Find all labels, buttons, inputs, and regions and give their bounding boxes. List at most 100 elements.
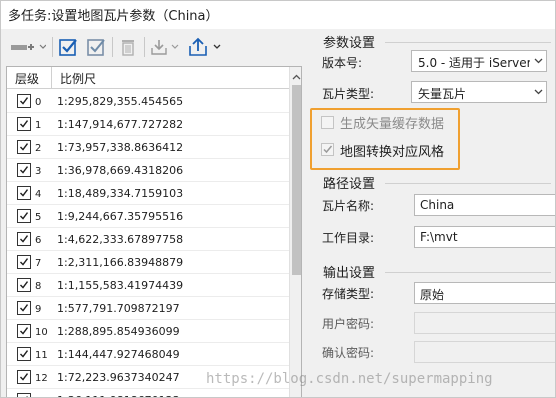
row-level: 6 xyxy=(35,235,42,246)
table-row[interactable]: 9 1:577,791.709872197 xyxy=(7,297,289,320)
row-scale: 1:147,914,677.727282 xyxy=(57,118,184,131)
row-checkbox[interactable] xyxy=(17,232,31,246)
row-level: 10 xyxy=(35,327,48,338)
row-level: 9 xyxy=(35,304,42,315)
table-row[interactable]: 5 1:9,244,667.35795516 xyxy=(7,205,289,228)
row-level: 5 xyxy=(35,212,42,223)
table-row[interactable]: 10 1:288,895.854936099 xyxy=(7,320,289,343)
toolbar-separator xyxy=(144,37,145,57)
tile-name-value: China xyxy=(420,198,455,212)
version-select[interactable]: 5.0 - 适用于 iServer 6I xyxy=(411,50,547,72)
row-scale: 1:72,223.9637340247 xyxy=(57,371,180,384)
row-scale: 1:4,622,333.67897758 xyxy=(57,233,184,246)
select-all-icon xyxy=(58,37,78,57)
row-scale: 1:144,447.927468049 xyxy=(57,348,180,361)
title-bar: 多任务:设置地图瓦片参数（China） xyxy=(1,1,555,29)
workdir-value: F:\mvt xyxy=(420,230,458,244)
scroll-up-button[interactable] xyxy=(290,67,301,84)
watermark: https://blog.csdn.net/supermapping xyxy=(206,371,493,387)
table-row[interactable]: 7 1:2,311,166.83948879 xyxy=(7,251,289,274)
row-checkbox[interactable] xyxy=(17,163,31,177)
select-all-button[interactable] xyxy=(56,30,80,63)
table-row[interactable]: 131:36,111.9818670123 xyxy=(7,389,289,397)
export-icon xyxy=(188,37,222,57)
row-checkbox[interactable] xyxy=(17,301,31,315)
row-checkbox[interactable] xyxy=(17,278,31,292)
table-scrollbar[interactable] xyxy=(289,67,301,397)
row-checkbox[interactable] xyxy=(17,186,31,200)
toolbar-separator xyxy=(52,37,53,57)
table-row[interactable]: 11 1:144,447.927468049 xyxy=(7,343,289,366)
storage-type-value: 原始 xyxy=(420,288,445,302)
group-divider xyxy=(385,272,551,273)
table-row[interactable]: 4 1:18,489,334.7159103 xyxy=(7,182,289,205)
map-style-label[interactable]: 地图转换对应风格 xyxy=(340,141,444,160)
toolbar-separator xyxy=(112,37,113,57)
row-checkbox[interactable] xyxy=(17,94,31,108)
row-scale: 1:18,489,334.7159103 xyxy=(57,187,184,200)
row-level: 4 xyxy=(35,189,42,200)
table-row[interactable]: 6 1:4,622,333.67897758 xyxy=(7,228,289,251)
column-header-level[interactable]: 层级 xyxy=(15,70,39,87)
tile-name-label: 瓦片名称: xyxy=(322,199,375,213)
storage-label: 存储类型: xyxy=(322,287,375,301)
table-row[interactable]: 1 1:147,914,677.727282 xyxy=(7,113,289,136)
confirm-password-input[interactable] xyxy=(414,341,555,363)
storage-type-select[interactable]: 原始 xyxy=(414,282,555,304)
window-title: 多任务:设置地图瓦片参数（China） xyxy=(8,9,219,24)
row-checkbox[interactable] xyxy=(17,117,31,131)
row-checkbox[interactable] xyxy=(17,393,31,397)
group-divider xyxy=(385,42,551,43)
table-row[interactable]: 2 1:73,957,338.8636412 xyxy=(7,136,289,159)
user-password-label: 用户密码: xyxy=(322,317,375,331)
add-layer-icon xyxy=(10,39,46,55)
table-row[interactable]: 0 1:295,829,355.454565 xyxy=(7,90,289,113)
delete-button[interactable] xyxy=(117,30,139,63)
row-checkbox[interactable] xyxy=(17,324,31,338)
table-row[interactable]: 3 1:36,978,669.4318206 xyxy=(7,159,289,182)
row-checkbox[interactable] xyxy=(17,370,31,384)
gen-cache-label[interactable]: 生成矢量缓存数据 xyxy=(340,113,444,132)
user-password-input[interactable] xyxy=(414,312,555,334)
row-checkbox[interactable] xyxy=(17,140,31,154)
row-scale: 1:288,895.854936099 xyxy=(57,325,180,338)
params-group-title: 参数设置 xyxy=(321,32,378,51)
select-inverse-icon xyxy=(86,37,106,57)
add-layer-button[interactable] xyxy=(8,30,48,63)
tile-type-select-value: 矢量瓦片 xyxy=(418,87,467,101)
output-group-title: 输出设置 xyxy=(321,262,378,281)
row-level: 7 xyxy=(35,258,42,269)
table-row[interactable]: 8 1:1,155,583.41974439 xyxy=(7,274,289,297)
export-button[interactable] xyxy=(186,30,224,63)
level-scale-table: 层级 比例尺 0 1:295,829,355.454565 1 1:147,914,6… xyxy=(6,66,302,397)
row-level: 3 xyxy=(35,166,42,177)
import-icon xyxy=(150,38,180,56)
row-scale: 1:36,978,669.4318206 xyxy=(57,164,184,177)
tile-type-select[interactable]: 矢量瓦片 xyxy=(411,81,547,103)
import-button[interactable] xyxy=(148,30,182,63)
workdir-input[interactable]: F:\mvt xyxy=(414,226,555,248)
row-checkbox[interactable] xyxy=(17,347,31,361)
row-checkbox[interactable] xyxy=(17,209,31,223)
gen-cache-checkbox[interactable] xyxy=(321,116,334,129)
table-header: 层级 比例尺 xyxy=(7,67,290,89)
select-inverse-button[interactable] xyxy=(84,30,108,63)
confirm-password-label: 确认密码: xyxy=(322,346,375,360)
row-scale: 1:36,111.9818670123 xyxy=(57,394,180,397)
column-header-scale[interactable]: 比例尺 xyxy=(60,70,96,87)
row-checkbox[interactable] xyxy=(17,255,31,269)
map-style-checkbox[interactable] xyxy=(321,143,334,156)
row-scale: 1:577,791.709872197 xyxy=(57,302,180,315)
tile-name-input[interactable]: China xyxy=(414,194,555,216)
chevron-down-icon xyxy=(530,51,546,71)
scroll-thumb[interactable] xyxy=(292,85,301,275)
tile-type-label: 瓦片类型: xyxy=(322,87,375,101)
row-scale: 1:295,829,355.454565 xyxy=(57,95,184,108)
row-scale: 1:9,244,667.35795516 xyxy=(57,210,184,223)
row-level: 2 xyxy=(35,143,42,154)
chevron-up-icon xyxy=(292,69,301,83)
version-label: 版本号: xyxy=(322,56,363,70)
version-select-value: 5.0 - 适用于 iServer 6I xyxy=(418,56,530,70)
group-divider xyxy=(385,183,551,184)
table-toolbar xyxy=(6,30,302,63)
